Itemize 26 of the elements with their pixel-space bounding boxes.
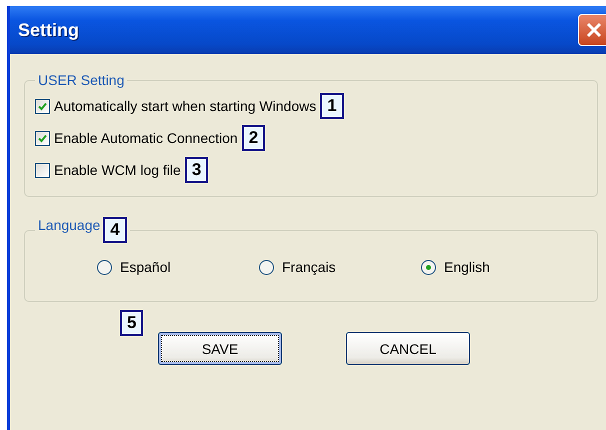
radio-label[interactable]: Français [282,259,336,275]
callout-number: 5 [120,310,144,336]
callout-number: 1 [320,93,344,119]
window-title: Setting [18,20,79,40]
dialog-button[interactable]: CANCEL [346,332,470,365]
checkbox-label[interactable]: Enable Automatic Connection [54,130,238,146]
radio-label[interactable]: English [444,259,490,275]
radio-button[interactable] [421,260,436,274]
checkbox[interactable] [35,98,50,114]
close-icon [585,21,603,39]
radio-button[interactable] [97,260,112,274]
close-button[interactable] [578,14,606,46]
callout-number: 4 [103,217,127,243]
group-title: Language [38,217,100,233]
checkbox-label[interactable]: Enable WCM log file [54,162,181,178]
callout-number: 3 [184,157,208,183]
checkbox[interactable] [35,130,50,146]
callout-number: 2 [242,125,266,151]
radio-label[interactable]: Español [120,259,171,275]
dialog-button[interactable]: SAVE [158,332,282,365]
checkbox[interactable] [35,162,50,178]
check-icon [38,134,47,142]
check-icon [38,102,47,110]
radio-button[interactable] [259,260,274,274]
group-title: USER Setting [37,72,126,88]
checkbox-label[interactable]: Automatically start when starting Windows [54,98,316,114]
